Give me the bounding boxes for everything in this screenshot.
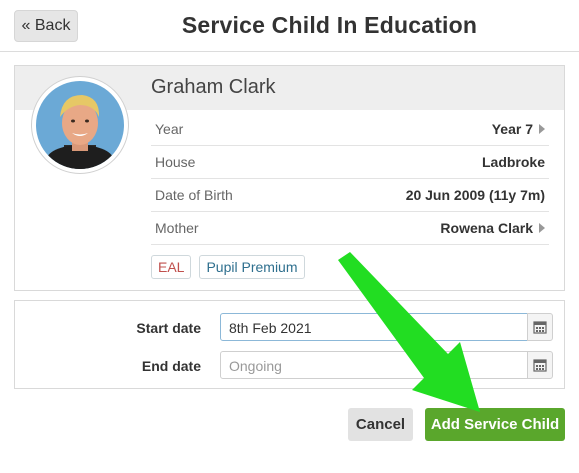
detail-value: 20 Jun 2009 (11y 7m) <box>405 187 545 203</box>
student-photo <box>36 81 124 169</box>
calendar-icon <box>533 321 547 334</box>
tag-pupil-premium: Pupil Premium <box>199 255 305 279</box>
end-date-calendar-button[interactable] <box>527 351 553 379</box>
student-card: Graham Clark Year Year 7 House Ladbroke … <box>14 65 565 291</box>
detail-value: Ladbroke <box>481 154 545 170</box>
chevron-right-icon <box>539 124 545 134</box>
detail-label: House <box>155 154 196 170</box>
detail-label: Year <box>155 121 184 137</box>
back-button[interactable]: « Back <box>14 10 78 42</box>
detail-label: Mother <box>155 220 199 236</box>
tag-eal: EAL <box>151 255 192 279</box>
student-tags: EAL Pupil Premium <box>151 255 305 279</box>
chevron-right-icon <box>539 223 545 233</box>
detail-label: Date of Birth <box>155 187 233 203</box>
calendar-icon <box>533 359 547 372</box>
page-header: « Back Service Child In Education <box>0 0 579 52</box>
student-details: Year Year 7 House Ladbroke Date of Birth… <box>151 113 549 245</box>
student-name: Graham Clark <box>151 76 276 98</box>
date-form: Start date 8th Feb 2021 End date Ongoing <box>14 300 565 389</box>
page-title: Service Child In Education <box>181 12 478 38</box>
detail-value: Rowena Clark <box>440 220 533 236</box>
end-date-row: End date Ongoing <box>15 351 564 381</box>
detail-row-date-of-birth: Date of Birth 20 Jun 2009 (11y 7m) <box>151 179 549 212</box>
start-date-calendar-button[interactable] <box>527 313 553 341</box>
cancel-button[interactable]: Cancel <box>348 408 413 441</box>
start-date-input[interactable]: 8th Feb 2021 <box>220 313 528 341</box>
start-date-label: Start date <box>136 320 201 336</box>
avatar <box>31 76 129 174</box>
end-date-label: End date <box>141 358 201 374</box>
end-date-input[interactable]: Ongoing <box>220 351 528 379</box>
add-service-child-button[interactable]: Add Service Child <box>425 408 565 441</box>
detail-row-year[interactable]: Year Year 7 <box>151 113 549 146</box>
detail-row-mother[interactable]: Mother Rowena Clark <box>151 212 549 245</box>
detail-row-house: House Ladbroke <box>151 146 549 179</box>
detail-value: Year 7 <box>491 121 533 137</box>
start-date-row: Start date 8th Feb 2021 <box>15 313 564 343</box>
